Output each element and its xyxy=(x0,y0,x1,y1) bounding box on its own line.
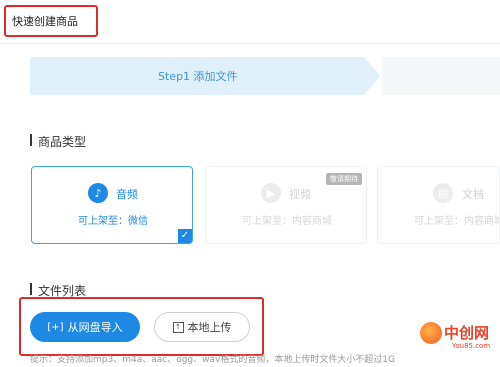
product-type-title: 商品类型 xyxy=(30,133,86,150)
highlight-box-title xyxy=(4,5,98,37)
document-icon: ▤ xyxy=(433,183,453,203)
upload-hint: 提示：支持添加mp3、m4a、aac、ogg、wav格式的音频，本地上传时文件大… xyxy=(30,355,396,365)
card-subtitle: 可上架至：内容商城 xyxy=(242,216,332,227)
product-type-card-video[interactable]: 敬请期待 ▶ 视频 可上架至：内容商城 xyxy=(205,166,367,244)
card-subtitle: 可上架至：内容商城 xyxy=(414,216,500,227)
watermark-subtext: You85.com xyxy=(452,342,491,350)
status-badge: 敬请期待 xyxy=(326,173,362,185)
product-type-card-audio[interactable]: ♪ 音频 可上架至：微信 ✓ xyxy=(31,166,193,244)
watermark-logo-icon xyxy=(420,322,442,344)
header-divider xyxy=(0,43,500,44)
product-type-card-document[interactable]: ▤ 文档 可上架至：内容商城 xyxy=(377,166,500,244)
highlight-box-buttons xyxy=(19,297,264,356)
card-subtitle: 可上架至：微信 xyxy=(78,216,148,227)
video-icon: ▶ xyxy=(261,183,281,203)
card-name: 文档 xyxy=(462,188,484,201)
music-note-icon: ♪ xyxy=(88,183,108,203)
check-icon: ✓ xyxy=(178,229,192,243)
card-name: 音频 xyxy=(116,188,138,201)
step-2-segment xyxy=(382,57,500,95)
watermark-text: 中创网 xyxy=(444,324,490,342)
step-1-label: Step1 添加文件 xyxy=(158,70,238,83)
card-name: 视频 xyxy=(289,188,311,201)
